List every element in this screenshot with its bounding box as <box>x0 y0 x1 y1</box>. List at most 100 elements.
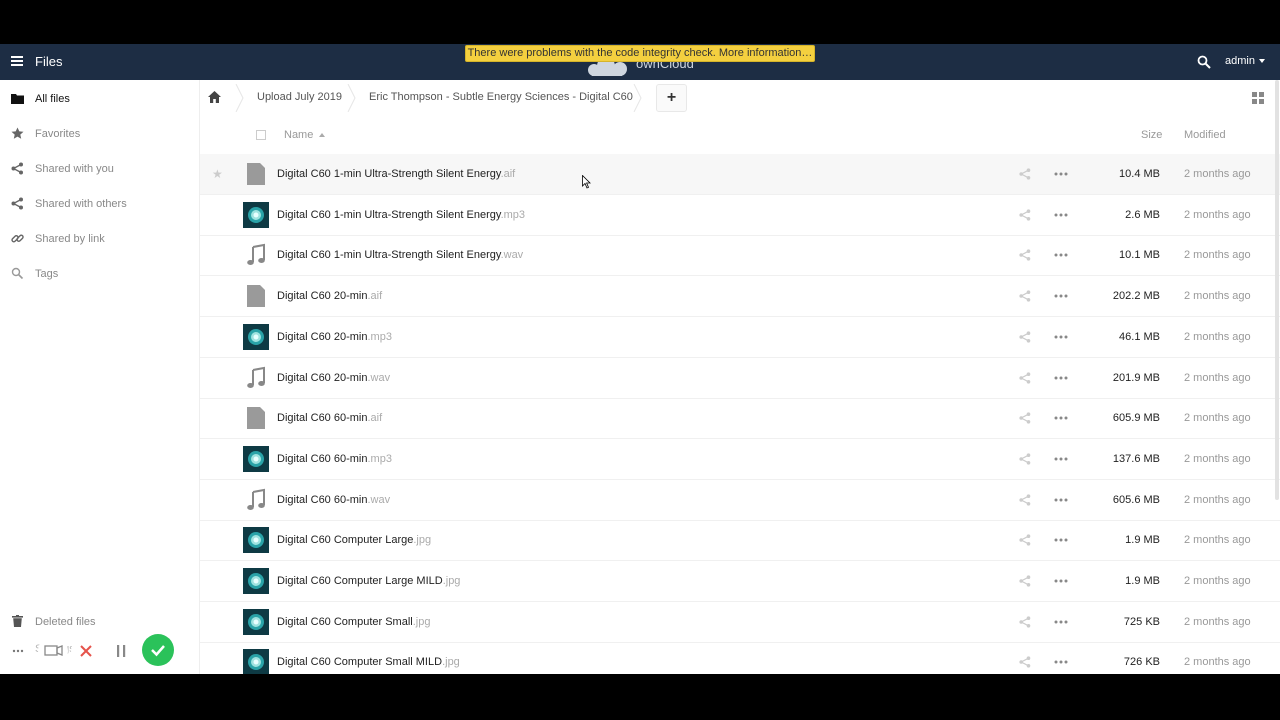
sidebar-item-tags[interactable]: Tags <box>0 258 200 288</box>
file-name[interactable]: Digital C60 20-min.wav <box>277 372 390 384</box>
table-row[interactable]: Digital C60 60-min.wav 605.6 MB 2 months a… <box>200 480 1280 521</box>
more-actions-icon[interactable] <box>1054 538 1068 542</box>
table-row[interactable]: Digital C60 60-min.mp3 137.6 MB 2 months a… <box>200 439 1280 480</box>
pause-recording-button[interactable] <box>106 636 136 666</box>
file-icon[interactable] <box>243 161 269 187</box>
share-icon[interactable] <box>1019 331 1031 343</box>
table-row[interactable]: Digital C60 20-min.mp3 46.1 MB 2 months ag… <box>200 317 1280 358</box>
more-actions-icon[interactable] <box>1054 579 1068 583</box>
sidebar-item-label: All files <box>35 93 70 105</box>
more-actions-icon[interactable] <box>1054 253 1068 257</box>
share-icon[interactable] <box>1019 575 1031 587</box>
sidebar-item-deleted-files[interactable]: Deleted files <box>0 611 200 635</box>
more-actions-icon[interactable] <box>1054 172 1068 176</box>
more-actions-icon[interactable] <box>1054 294 1068 298</box>
share-icon[interactable] <box>1019 453 1031 465</box>
image-thumbnail[interactable] <box>243 568 269 594</box>
more-actions-icon[interactable] <box>1054 498 1068 502</box>
music-note-icon[interactable] <box>243 365 269 391</box>
table-row[interactable]: Digital C60 1-min Ultra-Strength Silent … <box>200 235 1280 277</box>
image-thumbnail[interactable] <box>243 323 269 350</box>
table-row[interactable]: Digital C60 60-min.aif 605.9 MB 2 months a… <box>200 398 1280 440</box>
file-name[interactable]: Digital C60 20-min.aif <box>277 290 382 302</box>
file-name[interactable]: Digital C60 Computer Small MILD.jpg <box>277 656 460 668</box>
file-name[interactable]: Digital C60 1-min Ultra-Strength Silent … <box>277 209 525 221</box>
image-thumbnail[interactable] <box>243 649 269 674</box>
share-icon[interactable] <box>1019 493 1031 506</box>
music-note-icon[interactable] <box>243 487 269 513</box>
image-thumbnail[interactable] <box>243 608 269 635</box>
file-name[interactable]: Digital C60 60-min.mp3 <box>277 453 392 465</box>
music-note-icon[interactable] <box>243 242 269 268</box>
app-title[interactable]: Files <box>35 54 62 69</box>
more-horizontal-icon <box>12 649 24 653</box>
more-actions-icon[interactable] <box>1054 335 1068 339</box>
file-name[interactable]: Digital C60 Computer Large.jpg <box>277 534 431 546</box>
integrity-warning-banner[interactable]: There were problems with the code integr… <box>465 45 815 62</box>
table-row[interactable]: Digital C60 20-min.aif 202.2 MB 2 months a… <box>200 276 1280 318</box>
breadcrumb-separator-icon <box>633 84 642 112</box>
table-row[interactable]: ★ Digital C60 1-min Ultra-Strength Silent… <box>200 154 1280 195</box>
file-name[interactable]: Digital C60 Computer Large MILD.jpg <box>277 575 460 587</box>
home-icon[interactable] <box>208 91 221 103</box>
file-name[interactable]: Digital C60 1-min Ultra-Strength Silent … <box>277 249 523 261</box>
share-icon[interactable] <box>1019 412 1031 424</box>
hamburger-menu-icon[interactable] <box>11 56 23 66</box>
file-name[interactable]: Digital C60 20-min.mp3 <box>277 331 392 343</box>
sidebar-item-shared-with-others[interactable]: Shared with others <box>0 188 200 218</box>
table-row[interactable]: Digital C60 20-min.wav 201.9 MB 2 months a… <box>200 358 1280 399</box>
file-icon[interactable] <box>243 405 269 431</box>
more-options-button[interactable] <box>4 636 34 666</box>
new-file-button[interactable]: + <box>656 84 687 112</box>
share-icon[interactable] <box>1019 168 1031 180</box>
more-actions-icon[interactable] <box>1054 660 1068 664</box>
user-menu[interactable]: admin <box>1225 55 1265 67</box>
table-row[interactable]: Digital C60 Computer Large.jpg 1.9 MB 2 mo… <box>200 520 1280 562</box>
webcam-button[interactable] <box>38 636 68 666</box>
file-name[interactable]: Digital C60 Computer Small.jpg <box>277 616 430 628</box>
file-icon[interactable] <box>243 283 269 309</box>
column-header-name[interactable]: Name <box>284 129 326 141</box>
share-icon[interactable] <box>1019 249 1031 261</box>
more-actions-icon[interactable] <box>1054 416 1068 420</box>
finish-recording-button[interactable] <box>142 634 174 666</box>
image-thumbnail[interactable] <box>243 445 269 472</box>
scrollbar[interactable] <box>1275 80 1279 500</box>
sidebar-item-all-files[interactable]: All files <box>0 83 200 113</box>
screen-recorder-toolbar <box>4 634 176 668</box>
share-icon[interactable] <box>1019 534 1031 546</box>
sidebar-item-shared-with-you[interactable]: Shared with you <box>0 153 200 183</box>
column-header-modified[interactable]: Modified <box>1184 129 1226 141</box>
share-icon[interactable] <box>1019 616 1031 628</box>
breadcrumb-item-current-folder[interactable]: Eric Thompson - Subtle Energy Sciences -… <box>369 91 633 103</box>
share-icon[interactable] <box>1019 371 1031 384</box>
sidebar-item-shared-by-link[interactable]: Shared by link <box>0 223 200 253</box>
more-actions-icon[interactable] <box>1054 376 1068 380</box>
image-thumbnail[interactable] <box>243 527 269 554</box>
pause-icon <box>117 645 126 657</box>
breadcrumb-item-upload-july-2019[interactable]: Upload July 2019 <box>257 91 342 103</box>
file-name[interactable]: Digital C60 60-min.wav <box>277 494 390 506</box>
grid-view-icon[interactable] <box>1252 92 1264 104</box>
file-name[interactable]: Digital C60 1-min Ultra-Strength Silent … <box>277 168 515 180</box>
select-all-checkbox[interactable] <box>256 130 266 140</box>
table-row[interactable]: Digital C60 Computer Large MILD.jpg 1.9 M… <box>200 561 1280 602</box>
table-row[interactable]: Digital C60 Computer Small MILD.jpg 726 K… <box>200 642 1280 674</box>
file-name[interactable]: Digital C60 60-min.aif <box>277 412 382 424</box>
share-icon[interactable] <box>1019 209 1031 221</box>
cancel-recording-button[interactable] <box>71 636 101 666</box>
breadcrumb: Upload July 2019 Eric Thompson - Subtle … <box>200 80 1280 116</box>
image-thumbnail[interactable] <box>243 201 269 228</box>
share-icon[interactable] <box>1019 656 1031 668</box>
more-actions-icon[interactable] <box>1054 213 1068 217</box>
share-icon[interactable] <box>1019 290 1031 302</box>
sidebar-item-favorites[interactable]: Favorites <box>0 118 200 148</box>
more-actions-icon[interactable] <box>1054 457 1068 461</box>
file-modified: 2 months ago <box>1184 330 1251 343</box>
search-icon[interactable] <box>1197 55 1211 69</box>
table-row[interactable]: Digital C60 Computer Small.jpg 725 KB 2 mo… <box>200 602 1280 643</box>
column-header-size[interactable]: Size <box>1141 129 1162 141</box>
table-row[interactable]: Digital C60 1-min Ultra-Strength Silent … <box>200 195 1280 236</box>
more-actions-icon[interactable] <box>1054 620 1068 624</box>
favorite-star-icon[interactable]: ★ <box>212 167 223 181</box>
